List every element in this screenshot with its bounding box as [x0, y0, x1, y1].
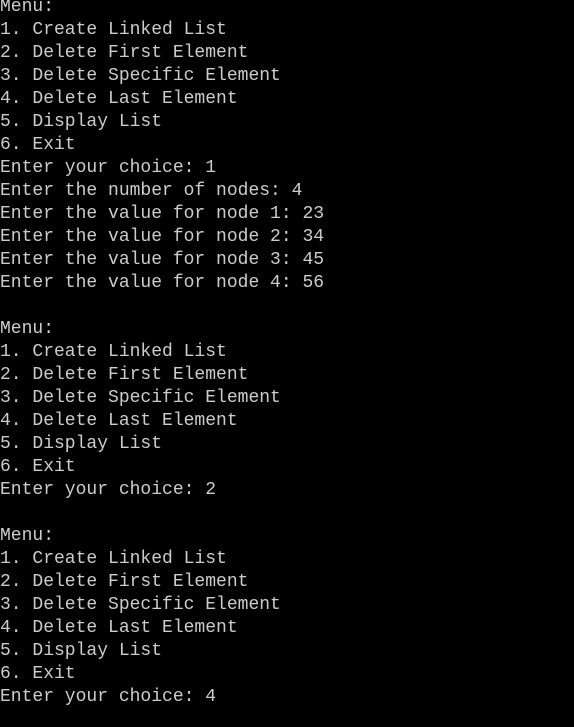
menu-option-exit: 6. Exit: [0, 664, 76, 684]
menu-title: Menu:: [0, 526, 55, 546]
menu-option-display: 5. Display List: [0, 641, 163, 661]
choice-prompt[interactable]: Enter your choice: 4: [0, 686, 574, 709]
menu-option-delete-first: 2. Delete First Element: [0, 572, 249, 592]
menu-option-display: 5. Display List: [0, 112, 163, 132]
choice-prompt: Enter your choice: 1: [0, 158, 217, 178]
nodes-count-prompt: Enter the number of nodes: 4: [0, 181, 303, 201]
node-value-prompt: Enter the value for node 4: 56: [0, 273, 325, 293]
console-output[interactable]: Menu: 1. Create Linked List 2. Delete Fi…: [0, 0, 574, 727]
menu-option-delete-last: 4. Delete Last Element: [0, 89, 238, 109]
node-value-prompt: Enter the value for node 1: 23: [0, 204, 325, 224]
menu-option-display: 5. Display List: [0, 434, 163, 454]
menu-option-delete-specific: 3. Delete Specific Element: [0, 388, 281, 408]
menu-option-delete-last: 4. Delete Last Element: [0, 618, 238, 638]
menu-title: Menu:: [0, 0, 55, 17]
menu-option-delete-first: 2. Delete First Element: [0, 365, 249, 385]
menu-option-create: 1. Create Linked List: [0, 549, 227, 569]
menu-option-delete-first: 2. Delete First Element: [0, 43, 249, 63]
menu-option-exit: 6. Exit: [0, 457, 76, 477]
menu-title: Menu:: [0, 319, 55, 339]
choice-prompt: Enter your choice: 2: [0, 480, 217, 500]
node-value-prompt: Enter the value for node 2: 34: [0, 227, 325, 247]
menu-option-exit: 6. Exit: [0, 135, 76, 155]
node-value-prompt: Enter the value for node 3: 45: [0, 250, 325, 270]
menu-option-create: 1. Create Linked List: [0, 20, 227, 40]
menu-option-create: 1. Create Linked List: [0, 342, 227, 362]
menu-option-delete-last: 4. Delete Last Element: [0, 411, 238, 431]
menu-option-delete-specific: 3. Delete Specific Element: [0, 66, 281, 86]
menu-option-delete-specific: 3. Delete Specific Element: [0, 595, 281, 615]
